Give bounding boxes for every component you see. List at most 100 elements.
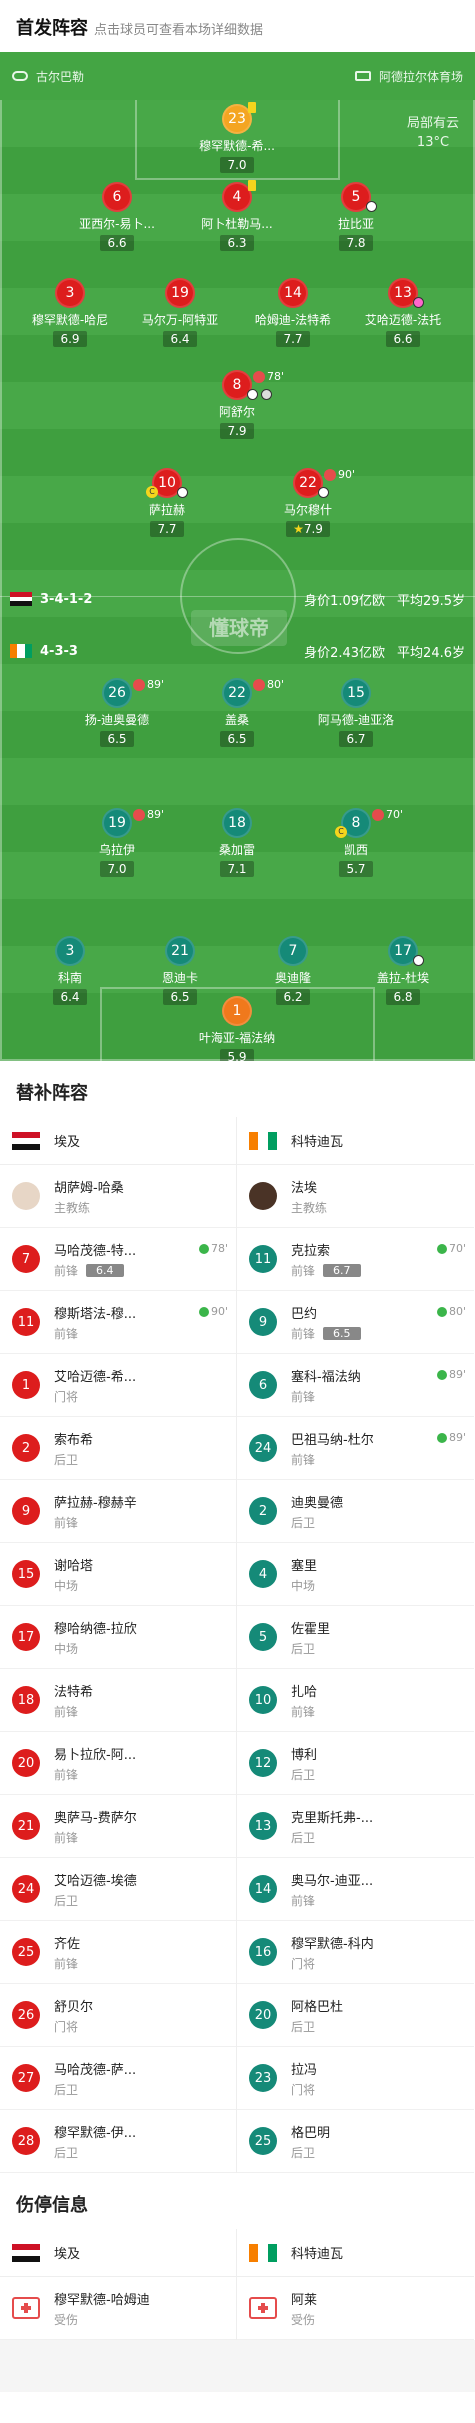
player-egypt[interactable]: 19 马尔万-阿特亚 6.4 — [125, 278, 235, 347]
player-number: 22 80' — [222, 678, 284, 708]
player-egypt[interactable]: 10 C 萨拉赫 7.7 — [112, 468, 222, 537]
player-position: 后卫 — [291, 1641, 316, 1656]
sub-player-row[interactable]: 17 穆哈纳德-拉欣 中场 — [0, 1606, 236, 1669]
player-ivory[interactable]: 8 70' C 凯西 5.7 — [301, 808, 411, 877]
sub-player-row[interactable]: 28 穆罕默德-伊... 后卫 — [0, 2110, 236, 2173]
player-ivory[interactable]: 21 恩迪卡 6.5 — [125, 936, 235, 1005]
sub-player-row[interactable]: 11 克拉索 前锋 6.7 70' — [237, 1228, 474, 1291]
sub-player-row[interactable]: 16 穆罕默德-科内 门将 — [237, 1921, 474, 1984]
sub-player-row[interactable]: 27 马哈茂德-萨... 后卫 — [0, 2047, 236, 2110]
injury-row[interactable]: 穆罕默德-哈姆迪 受伤 — [0, 2277, 236, 2340]
sub-player-row[interactable]: 26 舒贝尔 门将 — [0, 1984, 236, 2047]
sub-player-row[interactable]: 24 巴祖马纳-杜尔 前锋 89' — [237, 1417, 474, 1480]
sub-player-row[interactable]: 9 巴约 前锋 6.5 80' — [237, 1291, 474, 1354]
injury-title: 伤停信息 — [16, 2195, 88, 2216]
sub-in-icon — [436, 1432, 447, 1443]
sub-player-row[interactable]: 9 萨拉赫-穆赫辛 前锋 — [0, 1480, 236, 1543]
player-name: 扬-迪奥曼德 — [84, 713, 150, 727]
player-egypt[interactable]: 8 78' 阿舒尔 7.9 — [182, 370, 292, 439]
player-position: 门将 — [291, 2082, 316, 2097]
sub-in-icon — [198, 1306, 209, 1317]
player-number: 12 — [249, 1749, 277, 1777]
player-number: 6 — [249, 1371, 277, 1399]
player-ivory[interactable]: 3 科南 6.4 — [15, 936, 125, 1005]
ivory-formation-row: 4-3-3 身价2.43亿欧 平均24.6岁 — [0, 636, 475, 666]
egypt-flag-icon — [12, 2243, 40, 2262]
sub-player-row[interactable]: 2 索布希 后卫 — [0, 1417, 236, 1480]
player-position: 前锋 — [54, 1515, 79, 1530]
player-number: 28 — [12, 2127, 40, 2155]
player-number: 19 — [165, 278, 195, 308]
player-ivory[interactable]: 17 盖拉-杜埃 6.8 — [348, 936, 458, 1005]
player-name: 阿卜杜勒马... — [201, 217, 273, 231]
player-ivory[interactable]: 26 89' 扬-迪奥曼德 6.5 — [62, 678, 172, 747]
player-ivory[interactable]: 18 桑加雷 7.1 — [182, 808, 292, 877]
sub-player-row[interactable]: 4 塞里 中场 — [237, 1543, 474, 1606]
player-name: 格巴明 — [291, 2125, 331, 2141]
sub-out-icon — [253, 370, 265, 383]
sub-player-row[interactable]: 20 易卜拉欣-阿... 前锋 — [0, 1732, 236, 1795]
player-name: 盖拉-杜埃 — [376, 971, 430, 985]
player-name: 扎哈 — [291, 1684, 318, 1700]
player-egypt[interactable]: 4 阿卜杜勒马... 6.3 — [182, 180, 292, 251]
sub-player-row[interactable]: 7 马哈茂德-特... 前锋 6.4 78' — [0, 1228, 236, 1291]
player-ivory[interactable]: 22 80' 盖桑 6.5 — [182, 678, 292, 747]
player-ivory[interactable]: 7 奥迪隆 6.2 — [238, 936, 348, 1005]
sub-player-row[interactable]: 13 克里斯托弗-... 后卫 — [237, 1795, 474, 1858]
player-egypt[interactable]: 6 亚西尔-易卜... 6.6 — [62, 182, 172, 251]
sub-in-time: 89' — [436, 1431, 466, 1444]
sub-player-row[interactable]: 20 阿格巴杜 后卫 — [237, 1984, 474, 2047]
weather: 局部有云 13°C — [407, 114, 459, 152]
coach-row[interactable]: 法埃 主教练 — [237, 1165, 474, 1228]
sub-player-row[interactable]: 18 法特希 前锋 — [0, 1669, 236, 1732]
sub-player-row[interactable]: 2 迪奥曼德 后卫 — [237, 1480, 474, 1543]
goal-ball-icon — [413, 955, 424, 966]
player-rating: 6.4 — [53, 989, 87, 1005]
player-number: 3 — [55, 278, 85, 308]
sub-player-row[interactable]: 24 艾哈迈德-埃德 后卫 — [0, 1858, 236, 1921]
sub-player-row[interactable]: 11 穆斯塔法-穆... 前锋 90' — [0, 1291, 236, 1354]
player-rating: 6.4 — [163, 331, 197, 347]
sub-player-row[interactable]: 25 格巴明 后卫 — [237, 2110, 474, 2173]
sub-player-row[interactable]: 10 扎哈 前锋 — [237, 1669, 474, 1732]
egypt-flag-icon — [12, 1131, 40, 1150]
sub-player-row[interactable]: 12 博利 后卫 — [237, 1732, 474, 1795]
injury-row[interactable]: 阿莱 受伤 — [237, 2277, 474, 2340]
player-name: 佐霍里 — [291, 1621, 331, 1637]
player-ivory[interactable]: 1 叶海亚-福法纳 5.9 — [182, 996, 292, 1061]
subs-ivory-column: 科特迪瓦 法埃 主教练 11 克拉索 前锋 6.7 70' 9 巴约 前锋 6.5 80'… — [237, 1117, 474, 2173]
sub-player-row[interactable]: 5 佐霍里 后卫 — [237, 1606, 474, 1669]
player-number: 15 — [341, 678, 371, 708]
goal-ball-icon — [177, 487, 188, 498]
injury-ivory-column: 科特迪瓦 阿莱 受伤 — [237, 2229, 474, 2340]
sub-player-row[interactable]: 6 塞科-福法纳 前锋 89' — [237, 1354, 474, 1417]
sub-player-row[interactable]: 21 奥萨马-费萨尔 前锋 — [0, 1795, 236, 1858]
player-ivory[interactable]: 15 阿马德-迪亚洛 6.7 — [301, 678, 411, 747]
player-position: 前锋 — [54, 1830, 79, 1845]
sub-player-row[interactable]: 1 艾哈迈德-希... 门将 — [0, 1354, 236, 1417]
sub-player-row[interactable]: 23 拉冯 门将 — [237, 2047, 474, 2110]
player-egypt[interactable]: 22 90' 马尔穆什 ★7.9 — [253, 468, 363, 537]
player-rating: 6.8 — [386, 989, 420, 1005]
player-egypt[interactable]: 13 艾哈迈德-法托 6.6 — [348, 278, 458, 347]
player-name: 奥迪隆 — [274, 971, 311, 985]
player-ivory[interactable]: 19 89' 乌拉伊 7.0 — [62, 808, 172, 877]
coach-row[interactable]: 胡萨姆-哈桑 主教练 — [0, 1165, 236, 1228]
player-rating: 5.7 — [339, 861, 373, 877]
player-egypt[interactable]: 5 拉比亚 7.8 — [301, 182, 411, 251]
star-icon: ★ — [293, 522, 304, 536]
player-name: 奥马尔-迪亚... — [291, 1873, 374, 1889]
sub-player-row[interactable]: 25 齐佐 前锋 — [0, 1921, 236, 1984]
player-number: 18 — [222, 808, 252, 838]
sub-player-row[interactable]: 14 奥马尔-迪亚... 前锋 — [237, 1858, 474, 1921]
goal-ball-icon — [366, 201, 377, 212]
player-egypt[interactable]: 3 穆罕默德-哈尼 6.9 — [15, 278, 125, 347]
player-egypt[interactable]: 14 哈姆迪-法特希 7.7 — [238, 278, 348, 347]
player-position: 前锋 — [54, 1704, 79, 1719]
sub-in-icon — [436, 1243, 447, 1254]
player-egypt[interactable]: 23 穆罕默德-希... 7.0 — [182, 102, 292, 173]
sub-player-row[interactable]: 15 谢哈塔 中场 — [0, 1543, 236, 1606]
player-name: 阿莱 — [291, 2292, 318, 2308]
lineup-header: 首发阵容 点击球员可查看本场详细数据 — [0, 0, 475, 46]
player-name: 艾哈迈德-希... — [54, 1369, 137, 1385]
